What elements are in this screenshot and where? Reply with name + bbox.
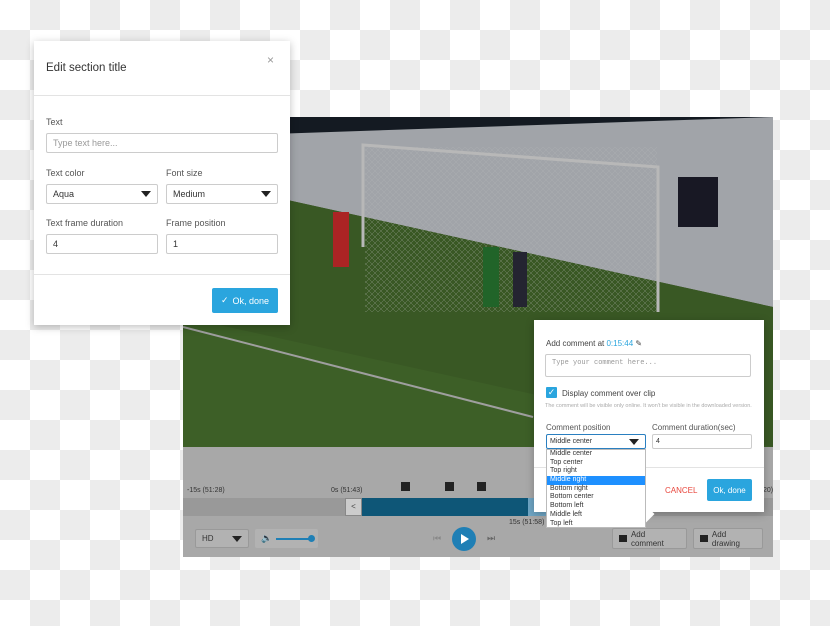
comment-title: Add comment at 0:15:44 ✎ xyxy=(546,339,642,348)
dialog-title: Edit section title xyxy=(46,62,127,74)
display-comment-label: Display comment over clip xyxy=(562,389,656,398)
add-comment-label: Add comment xyxy=(630,529,664,548)
comment-duration-label: Comment duration(sec) xyxy=(652,423,736,432)
add-drawing-button[interactable]: Add drawing xyxy=(693,528,763,549)
cancel-button[interactable]: CANCEL xyxy=(665,486,697,495)
text-label: Text xyxy=(46,117,63,127)
add-drawing-label: Add drawing xyxy=(711,529,740,548)
chevron-down-icon xyxy=(629,438,639,445)
pencil-icon[interactable]: ✎ xyxy=(635,339,642,348)
duration-label: Text frame duration xyxy=(46,218,124,228)
position-option[interactable]: Bottom left xyxy=(547,502,645,511)
comment-textarea[interactable]: Type your comment here... xyxy=(545,354,751,377)
font-size-value: Medium xyxy=(173,189,206,199)
add-comment-button[interactable]: Add comment xyxy=(612,528,687,549)
text-color-select[interactable]: Aqua xyxy=(46,184,158,204)
timeline-zero-label: 0s (51:43) xyxy=(331,487,363,494)
timeline-selection[interactable] xyxy=(362,498,528,516)
position-option[interactable]: Top center xyxy=(547,459,645,468)
comment-icon xyxy=(619,535,627,542)
position-option[interactable]: Bottom right xyxy=(547,485,645,494)
timeline-right-label: 20) xyxy=(763,487,774,494)
ok-done-button[interactable]: ✓ Ok, done xyxy=(212,288,278,313)
font-size-label: Font size xyxy=(166,168,203,178)
volume-slider[interactable] xyxy=(276,534,315,542)
comment-note: The comment will be visible only online.… xyxy=(545,403,752,409)
drawing-marker-icon[interactable] xyxy=(445,482,454,491)
font-size-select[interactable]: Medium xyxy=(166,184,278,204)
display-comment-checkbox[interactable]: ✓ xyxy=(546,387,557,398)
volume-control[interactable]: 🔈 xyxy=(255,529,318,548)
position-option[interactable]: Middle center xyxy=(547,450,645,459)
position-label: Frame position xyxy=(166,218,226,228)
text-color-label: Text color xyxy=(46,168,85,178)
comment-duration-input[interactable]: 4 xyxy=(652,434,752,449)
timeline-end-label: 15s (51:58) xyxy=(509,519,545,526)
divider xyxy=(34,95,290,96)
chevron-down-icon xyxy=(232,535,242,542)
drawing-marker-icon[interactable] xyxy=(401,482,410,491)
comment-position-label: Comment position xyxy=(546,423,611,432)
play-button[interactable] xyxy=(452,527,476,551)
position-option[interactable]: Middle right xyxy=(547,476,645,485)
text-input[interactable]: Type text here... xyxy=(46,133,278,153)
drawing-marker-icon[interactable] xyxy=(477,482,486,491)
timeline-start-label: -15s (51:28) xyxy=(187,487,225,494)
play-icon xyxy=(461,534,469,544)
text-placeholder: Type text here... xyxy=(53,138,118,148)
comment-position-options: Middle center Top center Top right Middle r… xyxy=(546,449,646,528)
comment-ok-button[interactable]: Ok, done xyxy=(707,479,752,501)
position-input[interactable]: 1 xyxy=(166,234,278,254)
timeline-back-button[interactable]: < xyxy=(345,498,362,516)
edit-section-dialog: Edit section title × Text Type text here… xyxy=(34,41,290,325)
comment-time[interactable]: 0:15:44 xyxy=(606,339,633,348)
previous-icon[interactable]: ⏮ xyxy=(433,533,441,544)
chevron-down-icon xyxy=(261,191,271,197)
duration-input[interactable]: 4 xyxy=(46,234,158,254)
position-option[interactable]: Bottom center xyxy=(547,493,645,502)
volume-icon: 🔈 xyxy=(261,533,273,543)
divider xyxy=(34,274,290,275)
position-option[interactable]: Top right xyxy=(547,467,645,476)
chevron-down-icon xyxy=(141,191,151,197)
close-icon[interactable]: × xyxy=(267,53,274,67)
position-option[interactable]: Middle left xyxy=(547,511,645,520)
check-icon: ✓ xyxy=(220,295,229,305)
comment-placeholder: Type your comment here... xyxy=(552,359,658,367)
next-icon[interactable]: ⏭ xyxy=(487,533,495,544)
comment-position-value: Middle center xyxy=(550,438,593,445)
position-option[interactable]: Top left xyxy=(547,520,645,529)
quality-select[interactable]: HD xyxy=(195,529,249,548)
ok-label: Ok, done xyxy=(232,295,270,306)
text-color-value: Aqua xyxy=(53,189,75,199)
drawing-icon xyxy=(700,535,708,542)
quality-value: HD xyxy=(202,534,214,543)
comment-title-label: Add comment at xyxy=(546,339,605,348)
comment-position-select[interactable]: Middle center xyxy=(546,434,646,449)
